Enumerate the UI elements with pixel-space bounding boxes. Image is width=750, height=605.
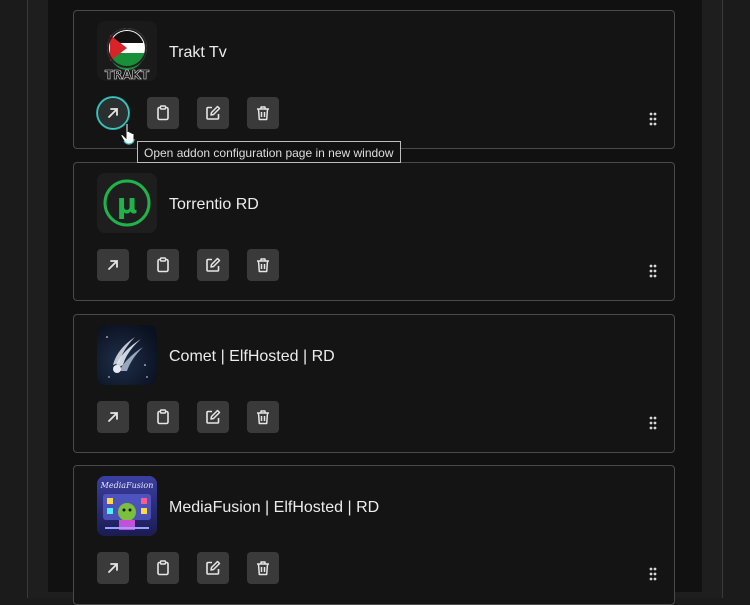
- edit-button[interactable]: [197, 249, 229, 281]
- edit-button[interactable]: [197, 401, 229, 433]
- hand-cursor-icon: [120, 122, 135, 145]
- addon-name: Comet | ElfHosted | RD: [169, 348, 335, 365]
- comet-logo: [97, 325, 157, 385]
- delete-button[interactable]: [247, 249, 279, 281]
- torrentio-logo: µ: [97, 173, 157, 233]
- edit-button[interactable]: [197, 97, 229, 129]
- addon-name: Torrentio RD: [169, 196, 259, 213]
- trakt-logo: TRAKT: [97, 21, 157, 81]
- open-config-button[interactable]: [97, 401, 129, 433]
- addon-card-trakt: TRAKT Trakt Tv: [73, 10, 675, 149]
- open-config-button[interactable]: [97, 552, 129, 584]
- drag-handle-icon[interactable]: [649, 112, 657, 126]
- addon-card-comet: Comet | ElfHosted | RD: [73, 314, 675, 453]
- drag-handle-icon[interactable]: [649, 416, 657, 430]
- addon-card-torrentio: µ Torrentio RD: [73, 162, 675, 301]
- addon-name: MediaFusion | ElfHosted | RD: [169, 499, 380, 516]
- trash-icon: [257, 561, 269, 576]
- clipboard-icon: [157, 409, 169, 425]
- edit-icon: [206, 257, 221, 272]
- mediafusion-logo-text: MediaFusion: [100, 481, 154, 490]
- trash-icon: [257, 410, 269, 425]
- clipboard-icon: [157, 560, 169, 576]
- open-external-icon: [108, 108, 118, 118]
- edit-button[interactable]: [197, 552, 229, 584]
- clipboard-icon: [157, 257, 169, 273]
- trash-icon: [257, 258, 269, 273]
- delete-button[interactable]: [247, 552, 279, 584]
- addon-card-mediafusion: MediaFusion MediaFusion | ElfHosted | RD: [73, 465, 675, 605]
- copy-button[interactable]: [147, 97, 179, 129]
- drag-handle-icon[interactable]: [649, 567, 657, 581]
- torrentio-logo-glyph: µ: [117, 187, 138, 220]
- copy-button[interactable]: [147, 552, 179, 584]
- trakt-logo-text: TRAKT: [105, 68, 150, 81]
- open-external-icon: [108, 412, 118, 422]
- delete-button[interactable]: [247, 401, 279, 433]
- edit-icon: [206, 409, 221, 424]
- tooltip: Open addon configuration page in new win…: [137, 141, 401, 163]
- open-external-icon: [108, 260, 118, 270]
- mediafusion-logo: MediaFusion: [97, 476, 157, 536]
- edit-icon: [206, 105, 221, 120]
- addon-name: Trakt Tv: [169, 44, 227, 61]
- open-external-icon: [108, 563, 118, 573]
- trash-icon: [257, 106, 269, 121]
- open-config-button[interactable]: [97, 249, 129, 281]
- delete-button[interactable]: [247, 97, 279, 129]
- drag-handle-icon[interactable]: [649, 264, 657, 278]
- copy-button[interactable]: [147, 401, 179, 433]
- clipboard-icon: [157, 105, 169, 121]
- edit-icon: [206, 560, 221, 575]
- copy-button[interactable]: [147, 249, 179, 281]
